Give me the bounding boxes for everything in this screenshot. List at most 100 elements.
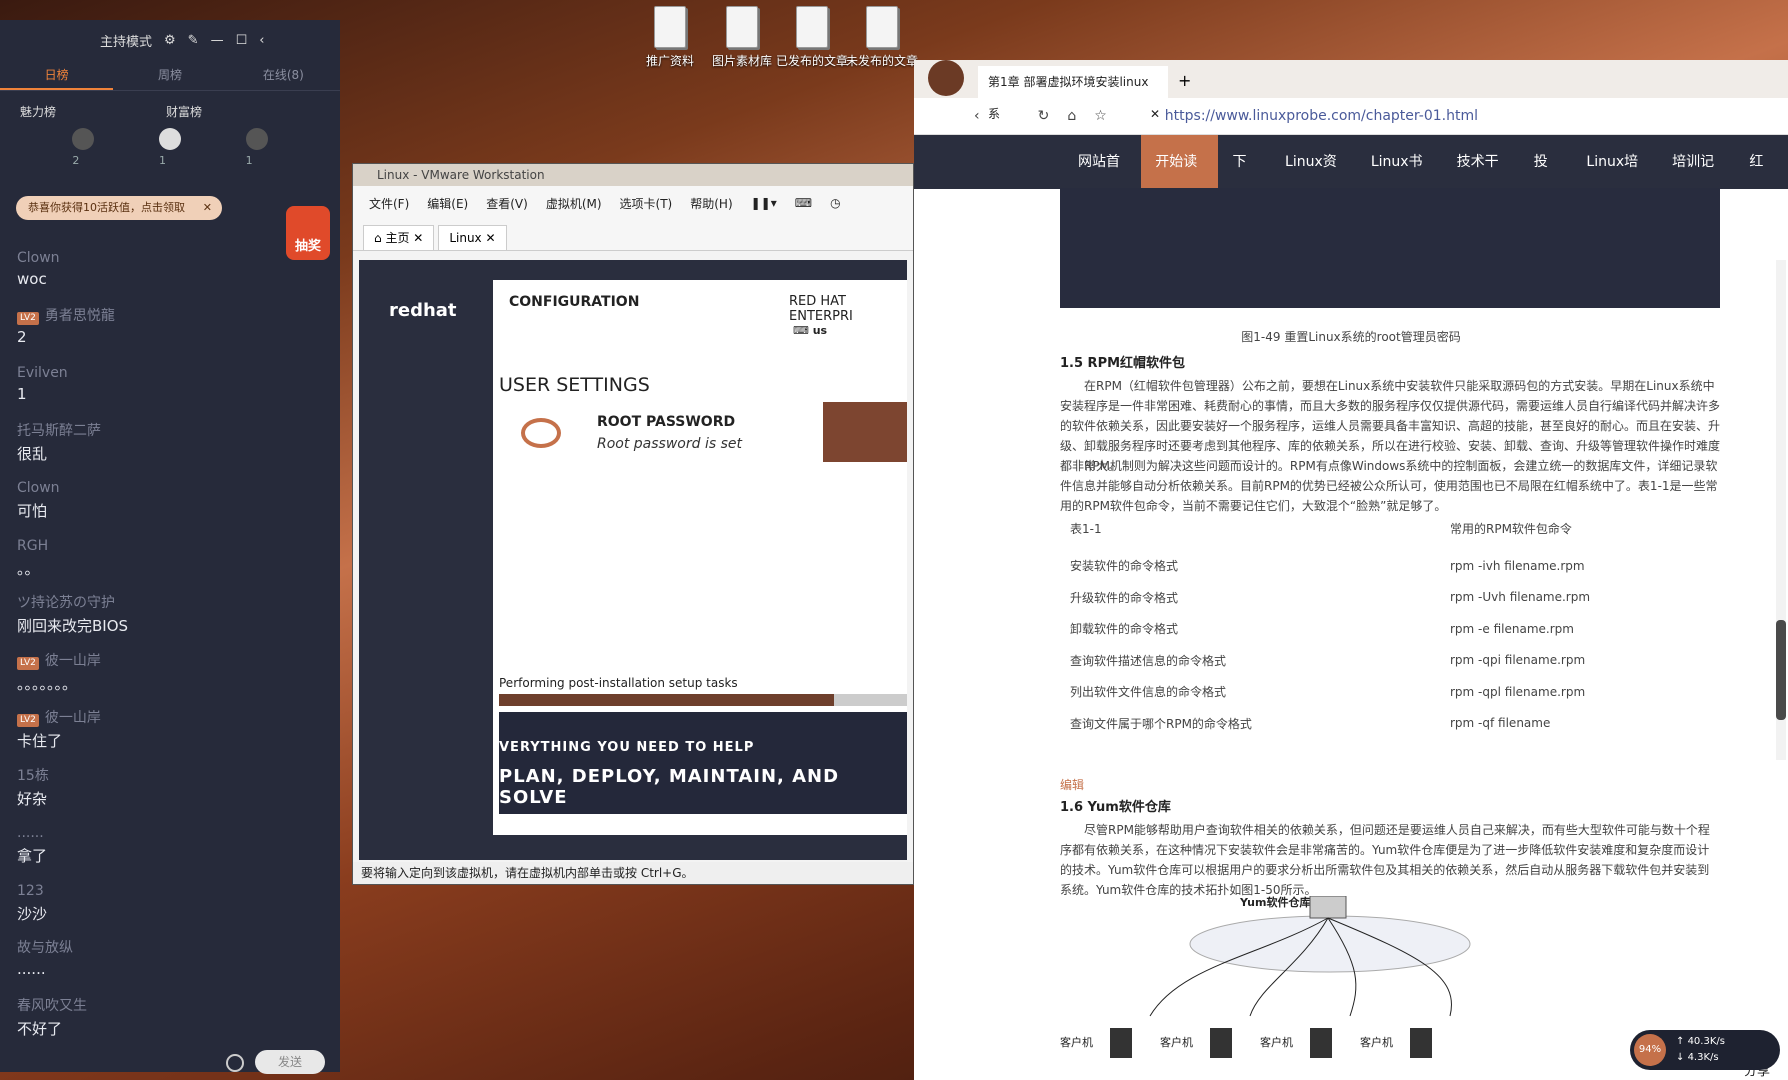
vm-screen[interactable]: redhat CONFIGURATION RED HAT ENTERPRI ⌨ … [359,260,907,860]
chat-username[interactable]: LV2 彼一山岸 [17,706,317,730]
progress-fill [499,694,834,706]
menu-tabs[interactable]: 选项卡(T) [620,195,673,212]
chat-username[interactable]: 15栋 [17,764,317,788]
address-bar: ‹ ↻ ⌂ ☆ https://www.linuxprobe.com/chapt… [914,98,1788,135]
nav-redhat[interactable]: 红帽 [1735,135,1788,224]
computer-icon [1310,1028,1332,1058]
home-icon[interactable]: ⌂ [1067,108,1076,124]
chat-text: 卡住了 [17,732,63,750]
chat-message: RGH 。。 [17,534,317,592]
keyboard-layout[interactable]: ⌨ us [793,324,827,337]
refresh-icon[interactable]: ↻ [1038,108,1050,124]
tab-home[interactable]: ⌂ 主页 ✕ [363,225,435,250]
url-input[interactable]: https://www.linuxprobe.com/chapter-01.ht… [1165,108,1478,124]
page-scrollbar[interactable] [1776,260,1786,760]
edit-icon[interactable]: ✎ [188,33,199,48]
snapshot-icon[interactable]: ◷ [830,196,840,210]
settings-icon[interactable]: ⚙ [164,33,176,48]
paragraph-3: 尽管RPM能够帮助用户查询软件相关的依赖关系，但问题还是要运维人员自己来解决，而… [1060,823,1710,897]
minimize-icon[interactable]: — [211,33,224,48]
table-cell-command: rpm -qf filename [1450,716,1551,731]
chat-username[interactable]: Clown [17,246,317,270]
collapse-icon[interactable]: ‹ [259,33,264,48]
username-text: RGH [17,537,49,554]
browser-tab[interactable]: 第1章 部署虚拟环境安装linux系 ✕ [978,66,1168,121]
new-tab-icon[interactable]: + [1178,71,1191,90]
send-keys-icon[interactable]: ⌨ [795,196,812,210]
username-text: 彼一山岸 [44,710,101,726]
nav-download[interactable]: 下载 [1218,135,1271,224]
emoji-icon[interactable] [226,1054,244,1072]
chat-username[interactable]: 123 [17,879,317,903]
tab-online[interactable]: 在线(8) [227,60,340,90]
username-text: 故与放纵 [17,940,73,956]
section-heading-1-6: 1.6 Yum软件仓库 [1060,800,1171,815]
chat-username[interactable]: ツ持论苏の守护 [17,591,317,615]
menu-vm[interactable]: 虚拟机(M) [546,195,602,212]
nav-books[interactable]: Linux书籍 [1357,135,1443,224]
host-mode-label[interactable]: 主持模式 [100,31,152,50]
client-label: 客户机 [1260,1035,1293,1049]
table-cell-command: rpm -Uvh filename.rpm [1450,590,1591,605]
rank-avatars: 2 1 1 [0,120,340,167]
rank-item[interactable]: 1 [245,128,268,167]
activity-notice[interactable]: 恭喜你获得10活跃值，点击领取 ✕ [16,196,222,220]
tab-daily[interactable]: 日榜 [0,60,114,90]
desktop-icon-images[interactable]: 图片素材库 [706,6,778,69]
tab-linux[interactable]: Linux ✕ [438,225,507,250]
installer-panel: CONFIGURATION RED HAT ENTERPRI ⌨ us USER… [493,280,907,835]
nav-start-reading[interactable]: 开始读书 [1141,135,1219,224]
nav-tech[interactable]: 技术干货 [1443,135,1520,224]
menu-edit[interactable]: 编辑(E) [427,195,468,212]
memory-percent: 94% [1634,1034,1666,1066]
user-creation-spoke[interactable] [823,402,907,462]
chat-username[interactable]: 故与放纵 [17,936,317,960]
section-heading-1-5: 1.5 RPM红帽软件包 [1060,356,1186,371]
send-button[interactable]: 发送 [255,1050,325,1074]
network-monitor[interactable]: 94% ↑ 40.3K/s ↓ 4.3K/s [1630,1030,1780,1070]
back-icon[interactable]: ‹ [974,108,980,124]
close-icon[interactable]: ✕ [203,196,212,220]
keyboard-icon: ⌨ [793,324,813,337]
chat-text: 1 [17,385,27,403]
chat-message: LV2 勇者思悦龍 2 [17,304,317,362]
chat-username[interactable]: LV2 勇者思悦龍 [17,304,317,328]
chat-username[interactable]: LV2 彼一山岸 [17,649,317,673]
desktop-icon-promo[interactable]: 推广资料 [634,6,706,69]
chat-username[interactable]: 春风吹又生 [17,994,317,1018]
tab-weekly[interactable]: 周榜 [113,60,226,90]
chat-username[interactable]: Evilven [17,361,317,385]
cloud-shape [1189,915,1471,973]
desktop-icon-published[interactable]: 已发布的文章 [776,6,848,69]
nav-submit[interactable]: 投稿 [1520,135,1573,224]
star-icon[interactable]: ☆ [1094,108,1107,124]
nav-training[interactable]: Linux培训 [1572,135,1658,224]
nav-records[interactable]: 培训记录 [1658,135,1735,224]
rank-item[interactable]: 2 [72,128,95,167]
username-text: 123 [17,882,44,899]
chat-username[interactable]: RGH [17,534,317,558]
chat-text: ...... [17,960,46,978]
chat-message: Clown woc [17,246,317,304]
maximize-icon[interactable]: ☐ [236,33,248,48]
menu-help[interactable]: 帮助(H) [690,195,732,212]
chat-username[interactable]: 托马斯醉二萨 [17,419,317,443]
pause-icon[interactable]: ❚❚▾ [751,196,777,210]
table-row: 列出软件文件信息的命令格式 rpm -qpl filename.rpm [1060,676,1720,708]
level-badge: LV2 [17,656,39,670]
root-password-spoke[interactable]: ROOT PASSWORD [597,414,735,430]
edit-link[interactable]: 编辑 [1060,776,1084,793]
menu-view[interactable]: 查看(V) [486,195,528,212]
avatar[interactable] [928,60,964,96]
nav-news[interactable]: Linux资讯 [1271,135,1357,224]
table-caption: 表1-1 常用的RPM软件包命令 [1070,522,1572,536]
scrollbar-thumb[interactable] [1776,620,1786,720]
desktop-icon-unpublished[interactable]: 未发布的文章 [846,6,918,69]
menu-file[interactable]: 文件(F) [369,195,409,212]
chat-username[interactable]: Clown [17,476,317,500]
nav-home[interactable]: 网站首页 [1064,135,1141,224]
chat-message: 123 沙沙 [17,879,317,937]
close-icon[interactable]: ✕ [1150,98,1160,130]
chat-username[interactable]: ...... [17,821,317,845]
rank-item[interactable]: 1 [158,128,181,167]
